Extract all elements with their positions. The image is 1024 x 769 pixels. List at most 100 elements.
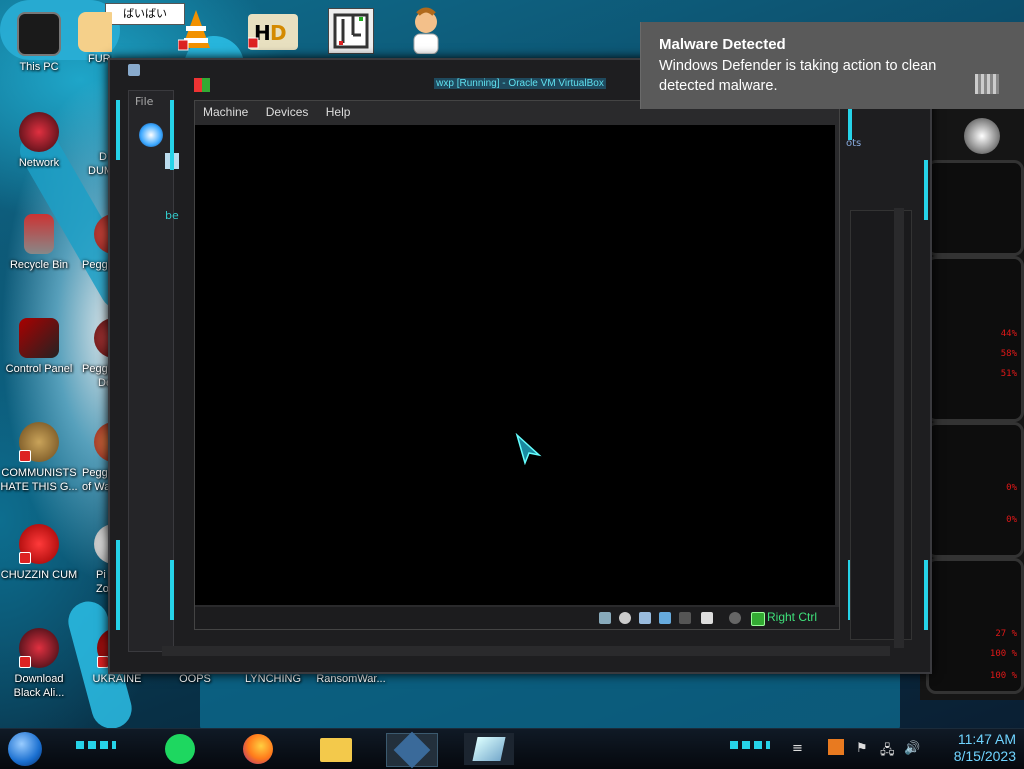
mouse-integration-icon[interactable] <box>751 612 765 626</box>
folder-icon <box>320 738 352 762</box>
sidebar-label: be <box>165 209 179 222</box>
icon-label: UKRAINE <box>92 673 142 685</box>
maze-icon[interactable] <box>328 8 374 54</box>
icon-label: Pi <box>96 569 106 581</box>
desktop-icon-peggle-2[interactable]: Peggl De <box>78 318 112 390</box>
clock-time: 11:47 AM <box>957 731 1016 747</box>
hud-value: 100 % <box>989 671 1017 681</box>
virtualbox-window[interactable]: wxp [Running] - Oracle VM VirtualBox Fil… <box>108 58 932 674</box>
menu-machine[interactable]: Machine <box>203 101 248 123</box>
virtualbox-icon <box>393 731 431 769</box>
icon-label: Peggl <box>82 259 111 271</box>
desktop-icon-this-pc[interactable]: This PC <box>0 12 78 74</box>
hud-value: 100 % <box>989 649 1017 659</box>
recycle-bin-icon <box>24 214 54 254</box>
taskbar-file-explorer[interactable] <box>316 733 356 765</box>
usb-icon[interactable] <box>639 612 651 624</box>
notification-title: Malware Detected <box>659 36 786 53</box>
hud-value: 0% <box>1006 483 1017 493</box>
alien-head-icon <box>964 118 1000 154</box>
hard-disk-icon[interactable] <box>599 612 611 624</box>
taskbar: ≡ ⚑ 🖧 🔊 11:47 AM 8/15/2023 <box>0 728 1024 769</box>
icon-label: Peggl <box>82 363 111 375</box>
icon-label: FUR <box>88 53 111 65</box>
optical-drive-icon[interactable] <box>619 612 631 624</box>
menu-help[interactable]: Help <box>326 101 351 123</box>
clock-date: 8/15/2023 <box>953 748 1016 764</box>
icon-label: RansomWar... <box>316 673 386 685</box>
icon-label: LYNCHING <box>244 673 302 685</box>
settings-gear-icon[interactable] <box>139 123 163 147</box>
horizontal-scrollbar[interactable] <box>162 646 890 656</box>
chuzzle-icon <box>19 524 59 564</box>
mouse-cursor-icon <box>515 433 542 465</box>
icon-label: De <box>98 377 112 389</box>
control-panel-icon <box>19 318 59 358</box>
hud-value: 44% <box>1000 329 1017 339</box>
desktop-icon-pz[interactable]: Pi Zo <box>78 524 112 596</box>
taskbar-virtualbox[interactable] <box>386 731 438 769</box>
network-adapter-icon[interactable] <box>659 612 671 624</box>
vlc-icon[interactable] <box>177 8 214 52</box>
recording-icon[interactable] <box>729 612 741 624</box>
icon-label: Recycle Bin <box>9 259 69 271</box>
display-icon[interactable] <box>701 612 713 624</box>
vm-screen[interactable] <box>195 125 835 605</box>
desktop-icon-chuzzin[interactable]: CHUZZIN CUM <box>0 524 78 582</box>
hud-value: 0% <box>1006 515 1017 525</box>
desktop-icon-recycle-bin[interactable]: Recycle Bin <box>0 214 78 272</box>
desktop-icon-fur[interactable]: FUR <box>78 12 112 66</box>
vm-display-window[interactable]: Machine Devices Help Right Ctrl <box>194 100 840 630</box>
icon-label: CHUZZIN CUM <box>0 569 78 581</box>
decor-bar <box>76 741 116 749</box>
taskbar-app[interactable] <box>464 733 514 765</box>
volume-icon[interactable]: 🔊 <box>904 741 920 756</box>
money-bag-icon <box>19 422 59 462</box>
host-key-label: Right Ctrl <box>767 610 818 624</box>
firefox-icon <box>243 734 273 764</box>
taskbar-spotify[interactable] <box>160 733 200 765</box>
icon-label: Peggl <box>82 467 111 479</box>
computer-icon <box>17 12 61 56</box>
icon-label: D <box>99 151 107 163</box>
notification-toast[interactable]: Malware Detected Windows Defender is tak… <box>640 22 1024 109</box>
icon-label: OOPS <box>179 673 211 685</box>
file-menu[interactable]: File <box>135 95 153 108</box>
sidebar-gadget: 44% 58% 51% 0% 0% 27 % 100 % 100 % <box>920 100 1024 700</box>
taskbar-firefox[interactable] <box>238 733 278 765</box>
doctor-icon[interactable] <box>404 6 448 55</box>
windows-xp-icon <box>194 78 210 92</box>
hud-value: 51% <box>1000 369 1017 379</box>
shared-folder-icon[interactable] <box>679 612 691 624</box>
desktop-icon-network[interactable]: Network <box>0 112 78 170</box>
vertical-scrollbar[interactable] <box>894 208 904 648</box>
icon-label: of Wa <box>82 481 111 493</box>
vm-statusbar: Right Ctrl <box>195 607 839 629</box>
cartoon-icon <box>78 12 112 52</box>
clock[interactable]: 11:47 AM 8/15/2023 <box>954 731 1016 765</box>
tray-app-icon[interactable] <box>828 739 844 755</box>
desktop-icon-peggle-1[interactable]: Peggl <box>78 214 112 272</box>
hud-value: 27 % <box>995 629 1017 639</box>
icon-label: Download Black Ali... <box>13 673 65 699</box>
desktop-icon-d-dum[interactable]: D DUM <box>78 150 112 178</box>
flag-icon[interactable]: ⚑ <box>856 741 868 756</box>
desktop-icon-peggle-3[interactable]: Peggl of Wa <box>78 422 112 494</box>
show-hidden-icons[interactable]: ≡ <box>792 741 803 756</box>
network-tray-icon[interactable]: 🖧 <box>880 741 895 763</box>
desktop-icon-communists[interactable]: COMMUNISTS HATE THIS G... <box>0 422 78 494</box>
desktop-icon-control-panel[interactable]: Control Panel <box>0 318 78 376</box>
virtualbox-logo-icon <box>128 64 140 76</box>
window-icon <box>472 737 506 761</box>
start-button[interactable] <box>8 732 42 766</box>
icon-label: Zo <box>96 583 109 595</box>
icon-label: Control Panel <box>5 363 73 375</box>
menu-devices[interactable]: Devices <box>266 101 309 123</box>
icon-label: COMMUNISTS HATE THIS G... <box>0 467 78 493</box>
desktop-icon-download-black[interactable]: Download Black Ali... <box>0 628 78 700</box>
svg-text:D: D <box>270 21 287 45</box>
icon-label: Network <box>18 157 60 169</box>
hxd-icon[interactable]: HD <box>247 14 298 50</box>
icon-label: DUM <box>88 165 112 177</box>
tooltip: ばいばい <box>105 3 185 25</box>
